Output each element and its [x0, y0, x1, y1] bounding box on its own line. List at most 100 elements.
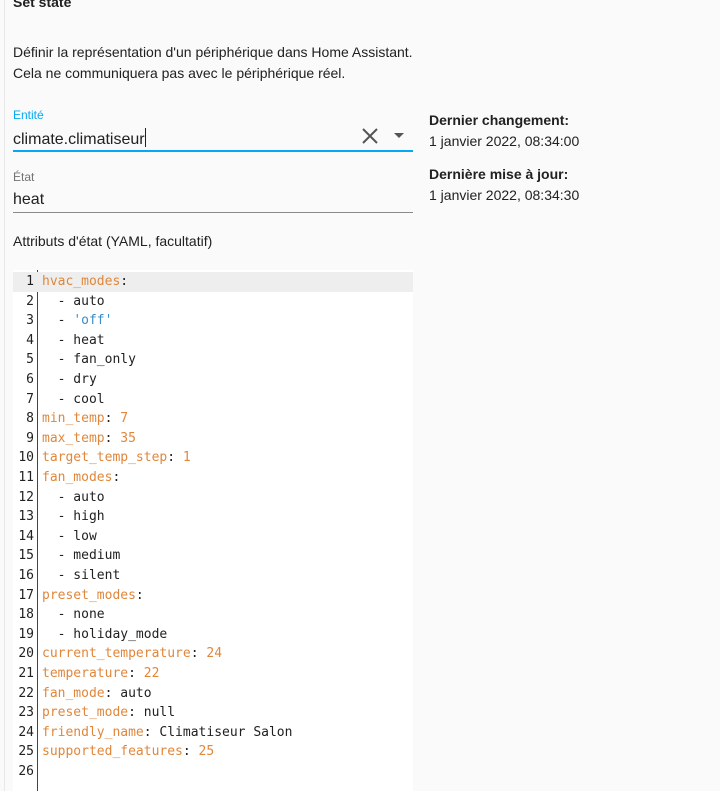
- code-line[interactable]: 4 - heat: [13, 331, 413, 351]
- line-number: 23: [18, 705, 34, 721]
- clear-entity-button[interactable]: [360, 126, 380, 146]
- code-line[interactable]: 22 fan_mode: auto: [13, 684, 413, 704]
- entity-field[interactable]: Entité climate.climatiseur: [13, 108, 413, 152]
- code-line[interactable]: 2 - auto: [13, 292, 413, 312]
- line-number: 10: [18, 450, 34, 466]
- code-text: target_temp_step: 1: [42, 450, 191, 466]
- yaml-editor[interactable]: 1 hvac_modes: 2 - auto 3 - 'off' 4 - heat 5 -…: [13, 270, 413, 791]
- last-updated-value: 1 janvier 2022, 08:34:30: [429, 187, 580, 203]
- code-line[interactable]: 15 - medium: [13, 546, 413, 566]
- code-line[interactable]: 13 - high: [13, 507, 413, 527]
- last-changed-info: Dernier changement: 1 janvier 2022, 08:3…: [429, 110, 579, 152]
- line-number: 25: [18, 744, 34, 760]
- code-text: - fan_only: [42, 352, 136, 368]
- line-number: 3: [26, 313, 34, 329]
- line-number: 13: [18, 509, 34, 525]
- line-number: 11: [18, 470, 34, 485]
- text-caret: [144, 128, 146, 147]
- code-line[interactable]: 14 - low: [13, 527, 413, 547]
- code-text: - cool: [42, 391, 105, 407]
- line-number: 17: [18, 587, 34, 603]
- line-number: 19: [18, 626, 34, 642]
- code-line[interactable]: 10 target_temp_step: 1: [13, 448, 413, 468]
- code-text: preset_modes:: [42, 587, 144, 603]
- code-text: - auto: [42, 293, 105, 309]
- code-line[interactable]: 12 - auto: [13, 488, 413, 508]
- code-line[interactable]: 21 temperature: 22: [13, 664, 413, 684]
- last-updated-label: Dernière mise à jour:: [429, 166, 569, 182]
- code-line[interactable]: 25 supported_features: 25: [13, 742, 413, 762]
- code-text: min_temp: 7: [42, 411, 129, 427]
- panel-left-border: [4, 0, 5, 791]
- code-line[interactable]: 23 preset_mode: null: [13, 703, 413, 723]
- line-number: 21: [18, 666, 34, 681]
- line-number: 9: [26, 430, 34, 446]
- last-changed-label: Dernier changement:: [429, 112, 570, 128]
- entity-field-label: Entité: [13, 108, 44, 122]
- code-line[interactable]: 16 - silent: [13, 566, 413, 586]
- line-number: 4: [26, 332, 34, 348]
- code-text: temperature: 22: [42, 666, 160, 681]
- line-number: 5: [26, 352, 34, 368]
- attributes-label: Attributs d'état (YAML, facultatif): [13, 233, 213, 249]
- code-text: - none: [42, 607, 105, 623]
- line-number: 12: [18, 489, 34, 505]
- state-field-label: État: [13, 170, 35, 184]
- close-icon: [362, 128, 378, 144]
- code-text: fan_modes:: [42, 470, 121, 485]
- line-number: 7: [26, 391, 34, 407]
- entity-input-value: climate.climatiseur: [13, 131, 145, 148]
- code-line[interactable]: 5 - fan_only: [13, 350, 413, 370]
- code-line[interactable]: 26: [13, 762, 413, 782]
- code-line[interactable]: 24 friendly_name: Climatiseur Salon: [13, 723, 413, 743]
- last-changed-value: 1 janvier 2022, 08:34:00: [429, 133, 580, 149]
- code-text: friendly_name: Climatiseur Salon: [42, 724, 293, 740]
- code-line[interactable]: 11 fan_modes:: [13, 468, 413, 488]
- code-line[interactable]: 20 current_temperature: 24: [13, 644, 413, 664]
- code-text: - heat: [42, 332, 105, 348]
- code-line[interactable]: 8 min_temp: 7: [13, 409, 413, 429]
- entity-dropdown-button[interactable]: [391, 128, 407, 144]
- description-line-1: Définir la représentation d'un périphéri…: [13, 44, 413, 60]
- line-number: 26: [18, 764, 34, 779]
- line-number: 1: [26, 274, 34, 289]
- code-text: - silent: [42, 568, 121, 583]
- line-number: 2: [26, 293, 34, 309]
- code-text: preset_mode: null: [42, 705, 176, 721]
- line-number: 8: [26, 411, 34, 427]
- panel-title: Set state: [13, 0, 72, 10]
- code-text: - low: [42, 528, 97, 544]
- code-text: supported_features: 25: [42, 744, 215, 760]
- line-number: 22: [18, 685, 34, 701]
- code-text: - auto: [42, 489, 105, 505]
- line-number: 6: [26, 372, 34, 387]
- description-line-2: Cela ne communiquera pas avec le périphé…: [13, 65, 346, 81]
- line-number: 20: [18, 646, 34, 662]
- code-text: - 'off': [42, 313, 113, 329]
- entity-input[interactable]: climate.climatiseur: [13, 128, 413, 150]
- code-text: max_temp: 35: [42, 430, 136, 446]
- code-line[interactable]: 17 preset_modes:: [13, 586, 413, 606]
- code-text: - holiday_mode: [42, 626, 168, 642]
- code-line[interactable]: 7 - cool: [13, 390, 413, 410]
- state-input[interactable]: heat: [13, 190, 413, 210]
- line-number: 24: [18, 724, 34, 740]
- code-line[interactable]: 1 hvac_modes:: [13, 272, 413, 292]
- code-line[interactable]: 6 - dry: [13, 370, 413, 390]
- last-updated-info: Dernière mise à jour: 1 janvier 2022, 08…: [429, 164, 579, 206]
- line-number: 14: [18, 528, 34, 544]
- code-text: hvac_modes:: [42, 274, 129, 289]
- panel-description: Définir la représentation d'un périphéri…: [13, 42, 413, 84]
- code-line[interactable]: 9 max_temp: 35: [13, 429, 413, 449]
- code-line[interactable]: 3 - 'off': [13, 311, 413, 331]
- line-number: 15: [18, 548, 34, 564]
- menu-down-icon: [394, 133, 404, 138]
- code-text: fan_mode: auto: [42, 685, 152, 701]
- code-text: - high: [42, 509, 105, 525]
- code-text: current_temperature: 24: [42, 646, 223, 662]
- line-number: 18: [18, 607, 34, 623]
- code-text: - medium: [42, 548, 121, 564]
- code-line[interactable]: 19 - holiday_mode: [13, 625, 413, 645]
- code-line[interactable]: 18 - none: [13, 605, 413, 625]
- state-field[interactable]: État heat: [13, 170, 413, 213]
